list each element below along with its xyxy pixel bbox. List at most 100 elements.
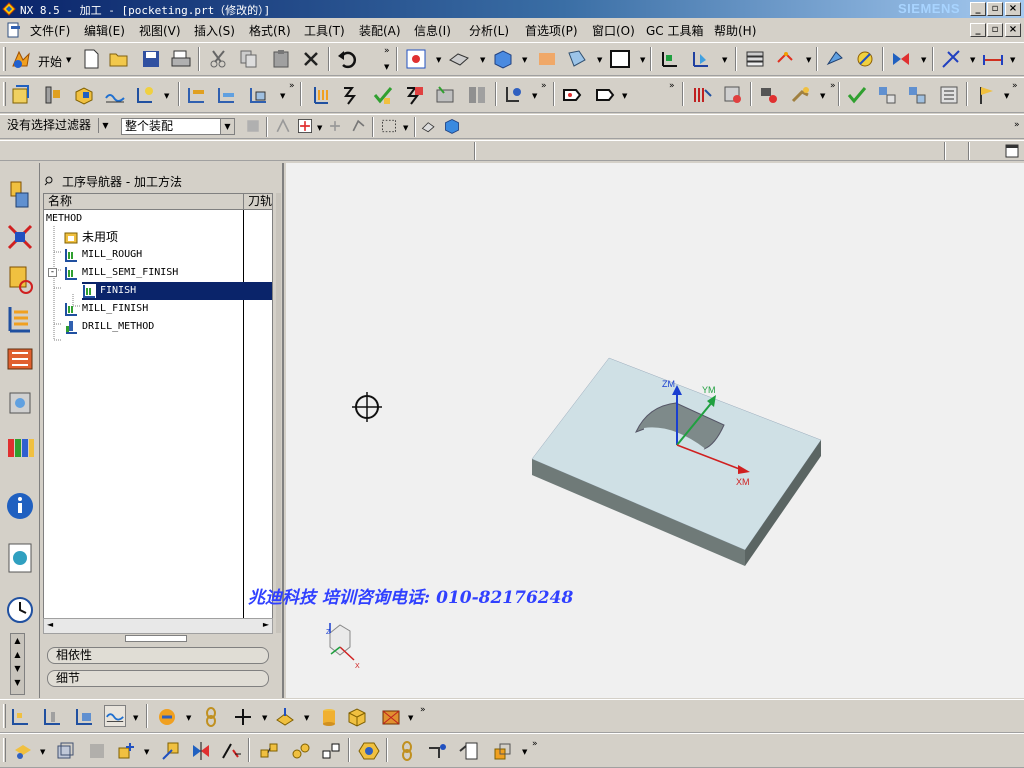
menu-analysis[interactable]: 分析(L) xyxy=(469,22,509,39)
list-tool-icon[interactable] xyxy=(458,740,480,762)
inferred-point-icon[interactable] xyxy=(326,117,344,135)
constraint-navigator-tab-icon[interactable] xyxy=(4,221,36,255)
section-view-icon[interactable] xyxy=(566,48,588,70)
display-object-icon[interactable] xyxy=(594,84,616,106)
revolve-icon[interactable] xyxy=(86,740,108,762)
tool-path-edit-icon[interactable] xyxy=(426,740,448,762)
print-icon[interactable] xyxy=(170,48,192,70)
create-feature-icon[interactable] xyxy=(12,740,34,762)
create-geometry-icon[interactable] xyxy=(73,84,95,106)
resource-bar-scroller[interactable]: ▲ ▲ ▼ ▼ xyxy=(10,633,25,695)
copy-icon[interactable] xyxy=(238,48,260,70)
part-navigator-tab-icon[interactable] xyxy=(4,263,36,297)
measure-distance-icon[interactable] xyxy=(982,48,1004,70)
object-list-icon[interactable] xyxy=(876,84,898,106)
menu-window[interactable]: 窗口(O) xyxy=(592,22,635,39)
crate-icon[interactable] xyxy=(380,706,402,728)
cylinder-icon[interactable] xyxy=(318,706,340,728)
doc-minimize-button[interactable]: _ xyxy=(970,23,986,37)
operation-navigator-icon[interactable] xyxy=(692,84,714,106)
pin-icon[interactable] xyxy=(44,176,54,186)
move-wcs-icon[interactable] xyxy=(690,48,712,70)
feeds-speeds-icon[interactable] xyxy=(722,84,744,106)
feature-icon[interactable] xyxy=(156,706,178,728)
dependencies-panel-header[interactable]: 相依性 xyxy=(47,647,269,664)
info-list-icon[interactable] xyxy=(938,84,960,106)
save-icon[interactable] xyxy=(140,48,162,70)
panel-splitter-handle[interactable] xyxy=(125,635,187,642)
machine-tool-view-icon[interactable] xyxy=(216,84,238,106)
snap-icon[interactable] xyxy=(890,48,912,70)
tree-row-method[interactable]: METHOD xyxy=(46,210,82,228)
tree-row-finish[interactable]: FINISH xyxy=(82,282,272,300)
tool-holder-icon[interactable] xyxy=(758,84,780,106)
document-icon[interactable] xyxy=(6,22,22,38)
generate-toolpath-icon[interactable] xyxy=(310,84,332,106)
assembly-constraint-icon[interactable] xyxy=(258,740,280,762)
reuse-library-tab-icon[interactable] xyxy=(4,387,36,421)
approve-icon[interactable] xyxy=(846,84,868,106)
hex-nut-icon[interactable] xyxy=(358,740,380,762)
machine-tool-navigator-tab-icon[interactable] xyxy=(4,343,36,377)
program-order-view-icon[interactable] xyxy=(186,84,208,106)
point-constructor-icon[interactable] xyxy=(296,117,314,135)
batch-process-icon[interactable] xyxy=(466,84,488,106)
geometry-view-icon[interactable] xyxy=(248,84,270,106)
chain-link-icon[interactable] xyxy=(396,740,418,762)
shop-doc-icon[interactable] xyxy=(434,84,456,106)
menu-information[interactable]: 信息(I) xyxy=(414,22,451,39)
shaded-cube-icon[interactable] xyxy=(492,48,514,70)
quick-pick-icon[interactable] xyxy=(350,117,368,135)
menu-tools[interactable]: 工具(T) xyxy=(304,22,345,39)
start-dropdown-icon[interactable]: ▼ xyxy=(66,56,71,64)
rectangle-select-icon[interactable] xyxy=(380,117,398,135)
block-icon[interactable] xyxy=(346,706,368,728)
layer-settings-icon[interactable] xyxy=(744,48,766,70)
assembly-navigator-tab-icon[interactable] xyxy=(4,179,36,213)
paste-icon[interactable] xyxy=(270,48,292,70)
face-analysis-icon[interactable] xyxy=(536,48,558,70)
toolbar-grip[interactable] xyxy=(3,47,6,71)
create-tool-icon[interactable] xyxy=(42,84,64,106)
render-style-icon[interactable] xyxy=(448,48,470,70)
component-icon[interactable] xyxy=(290,740,312,762)
selection-scope-dropdown[interactable]: 整个装配 ▼ xyxy=(121,118,235,135)
lathe-tool-icon[interactable] xyxy=(790,84,812,106)
create-operation-icon[interactable] xyxy=(134,84,156,106)
minimize-button[interactable]: _ xyxy=(970,2,986,16)
web-browser-tab-icon[interactable] xyxy=(4,541,36,575)
create-program-icon[interactable] xyxy=(10,84,32,106)
machine-view-icon[interactable] xyxy=(42,706,64,728)
add-point-icon[interactable] xyxy=(232,706,254,728)
blue-cube-icon[interactable] xyxy=(443,117,461,135)
info-window-tab-icon[interactable] xyxy=(4,489,36,523)
flag-icon[interactable] xyxy=(976,84,998,106)
restore-button[interactable]: ▫ xyxy=(987,2,1003,16)
datum-plane-icon[interactable] xyxy=(274,706,296,728)
open-folder-icon[interactable] xyxy=(108,48,130,70)
menu-view[interactable]: 视图(V) xyxy=(139,22,181,39)
undo-icon[interactable] xyxy=(336,48,358,70)
chevron-down-icon[interactable]: ▼ xyxy=(98,118,112,133)
filter-icon[interactable] xyxy=(244,117,262,135)
scroll-left-icon[interactable]: ◄ xyxy=(47,620,53,629)
history-tab-icon[interactable] xyxy=(4,593,36,627)
start-icon[interactable] xyxy=(10,48,32,70)
pattern-icon[interactable] xyxy=(220,740,242,762)
menu-assembly[interactable]: 装配(A) xyxy=(359,22,401,39)
snap-point-icon[interactable] xyxy=(274,117,292,135)
tree-horizontal-scrollbar[interactable]: ◄ ► xyxy=(43,618,273,634)
measure-angle-icon[interactable] xyxy=(940,48,962,70)
boolean-icon[interactable] xyxy=(116,740,138,762)
menu-edit[interactable]: 编辑(E) xyxy=(84,22,125,39)
mirror-icon[interactable] xyxy=(190,740,212,762)
fit-view-icon[interactable] xyxy=(405,48,427,70)
maximize-view-icon[interactable] xyxy=(1004,143,1020,159)
verify-toolpath-icon[interactable] xyxy=(372,84,394,106)
point-icon[interactable] xyxy=(824,48,846,70)
eraser-icon[interactable] xyxy=(420,117,438,135)
link-icon[interactable] xyxy=(200,706,222,728)
wcs-icon[interactable] xyxy=(658,48,680,70)
menu-insert[interactable]: 插入(S) xyxy=(194,22,235,39)
menu-preferences[interactable]: 首选项(P) xyxy=(525,22,578,39)
